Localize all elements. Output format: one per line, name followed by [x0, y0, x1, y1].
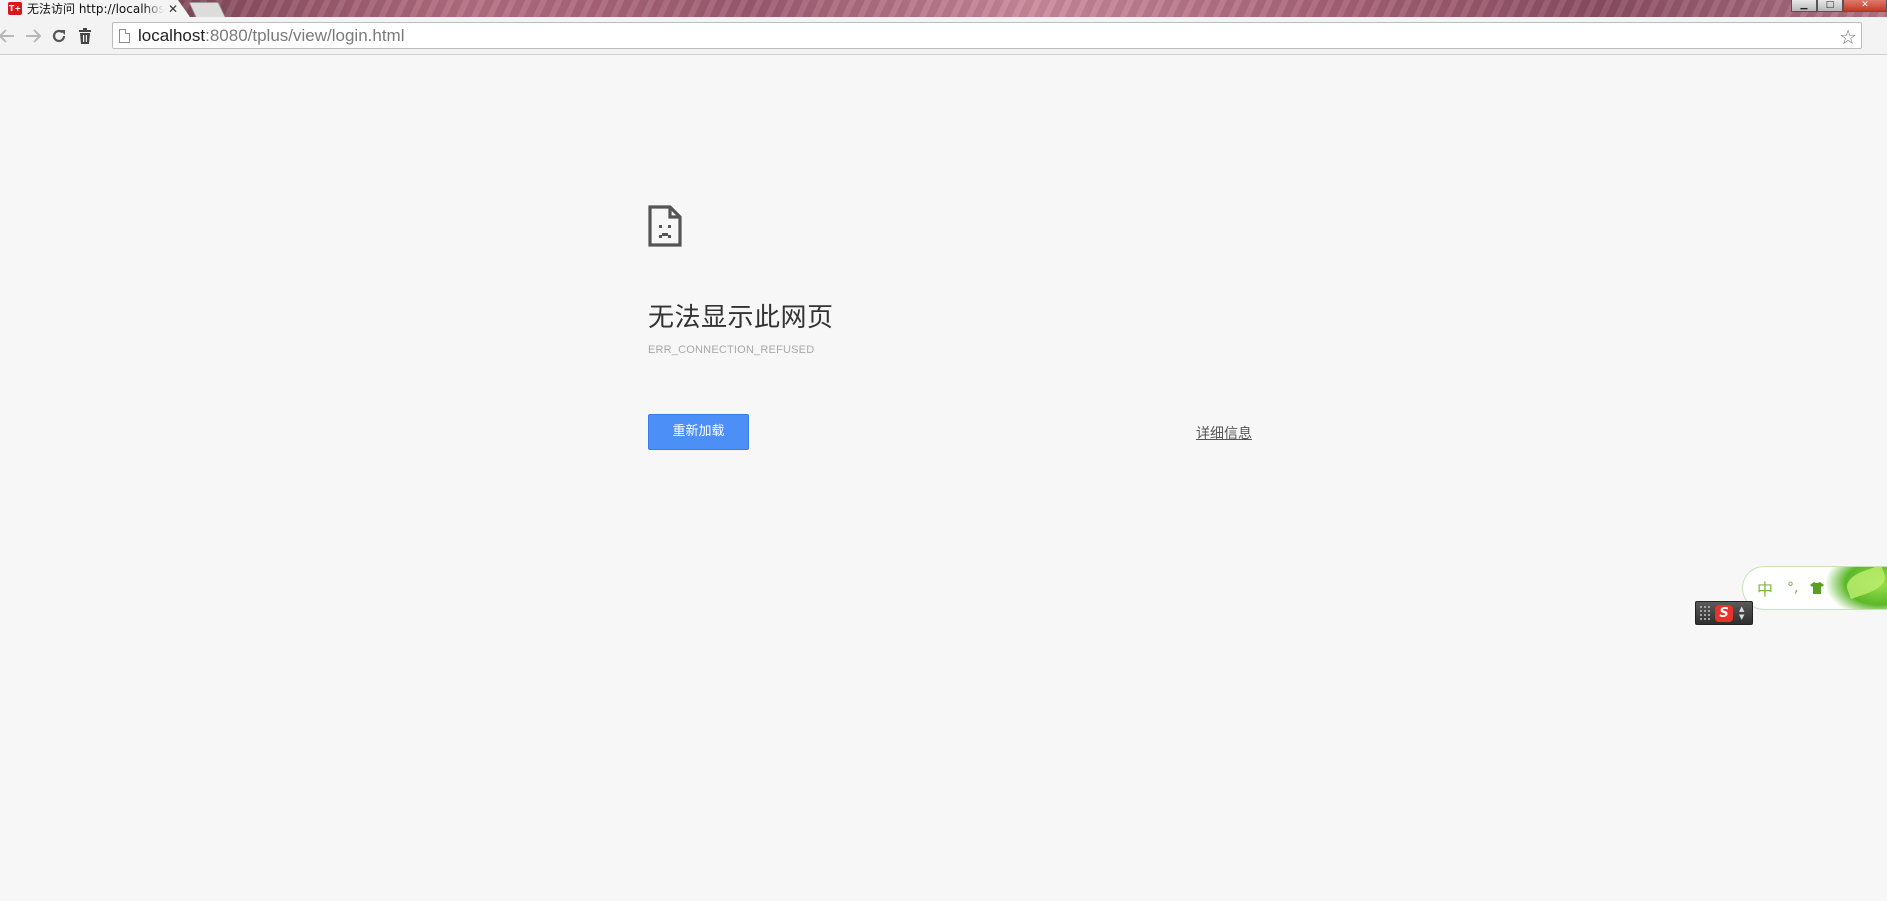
window-controls: ▁ □ ✕ — [1791, 0, 1887, 12]
forward-button[interactable] — [20, 23, 46, 49]
address-bar[interactable]: localhost:8080/tplus/view/login.html ☆ — [112, 22, 1862, 49]
ime-punctuation-toggle[interactable]: °, — [1787, 580, 1798, 596]
expand-arrows-icon[interactable]: ▲ ▼ — [1739, 605, 1744, 621]
menu-icon[interactable]: ⋮ — [1881, 21, 1887, 45]
close-window-button[interactable]: ✕ — [1843, 0, 1887, 12]
tab-close-icon[interactable]: ✕ — [168, 2, 178, 16]
arrow-right-icon — [26, 28, 41, 43]
tab-favicon-icon: T+ — [8, 2, 22, 15]
error-heading: 无法显示此网页 — [648, 303, 834, 333]
browser-toolbar: localhost:8080/tplus/view/login.html ☆ ⋮ — [0, 17, 1887, 55]
page-icon — [119, 28, 130, 43]
url-host: localhost — [138, 25, 206, 45]
ime-mode-toggle[interactable]: 中 — [1757, 576, 1773, 600]
error-code: ERR_CONNECTION_REFUSED — [648, 344, 815, 356]
bookmark-star-icon[interactable]: ☆ — [1839, 25, 1857, 49]
sogou-ime-toolbar[interactable]: S ▲ ▼ — [1695, 601, 1753, 625]
ime-leaf-decoration — [1826, 567, 1887, 609]
reload-icon — [52, 29, 66, 42]
clear-data-button[interactable] — [72, 23, 98, 49]
sad-document-icon — [648, 205, 682, 247]
maximize-button[interactable]: □ — [1817, 0, 1843, 12]
url-text[interactable]: localhost:8080/tplus/view/login.html — [138, 26, 405, 46]
ime-status-bar[interactable]: 中 °, — [1742, 566, 1887, 610]
url-path: :8080/tplus/view/login.html — [205, 25, 405, 45]
sogou-logo-icon[interactable]: S — [1715, 604, 1733, 622]
drag-grip-icon[interactable] — [1699, 605, 1711, 621]
new-tab-button[interactable] — [188, 2, 226, 17]
reload-toolbar-button[interactable] — [46, 23, 72, 49]
arrow-left-icon — [0, 28, 14, 43]
reload-button[interactable]: 重新加载 — [648, 414, 749, 450]
minimize-button[interactable]: ▁ — [1791, 0, 1817, 12]
window-title-bar: T+ 无法访问 http://localhost:8080/tplus/view… — [0, 0, 1887, 17]
trash-icon — [79, 27, 91, 44]
browser-tab[interactable]: T+ 无法访问 http://localhost:8080/tplus/view… — [0, 0, 190, 17]
ime-skin-icon[interactable] — [1810, 582, 1825, 594]
back-button[interactable] — [0, 23, 20, 49]
details-link[interactable]: 详细信息 — [1196, 423, 1252, 443]
tab-title: 无法访问 http://localhost:8080/tplus/view/lo… — [27, 2, 164, 16]
